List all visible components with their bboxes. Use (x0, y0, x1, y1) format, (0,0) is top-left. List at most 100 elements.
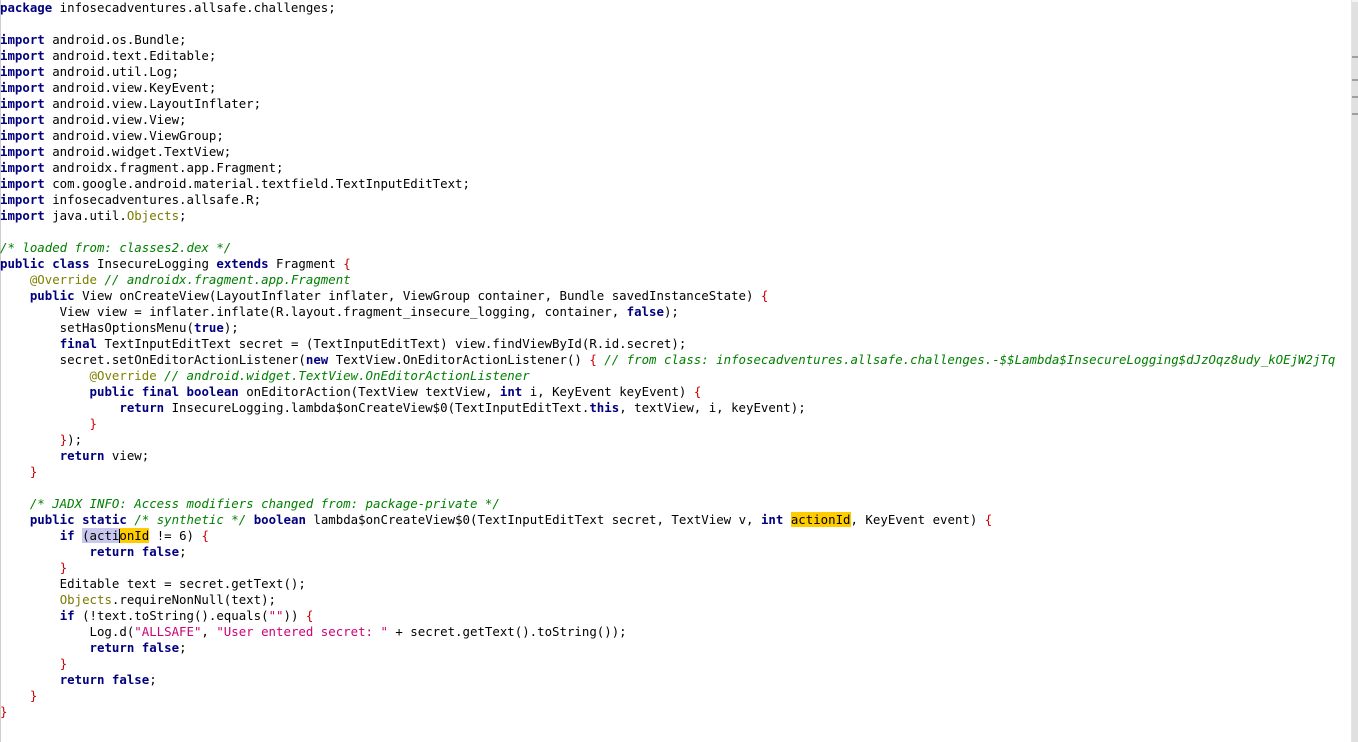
code-line[interactable]: if (actionId != 6) { (0, 528, 209, 544)
code-line[interactable]: import android.util.Log; (0, 64, 179, 80)
code-line[interactable]: secret.setOnEditorActionListener(new Tex… (0, 352, 1336, 368)
code-line[interactable]: import android.widget.TextView; (0, 144, 231, 160)
code-line[interactable]: Objects.requireNonNull(text); (0, 592, 276, 608)
code-line[interactable]: setHasOptionsMenu(true); (0, 320, 239, 336)
code-line[interactable]: Log.d("ALLSAFE", "User entered secret: "… (0, 624, 627, 640)
code-token: android.os.Bundle; (44, 32, 187, 47)
code-line[interactable]: import java.util.Objects; (0, 208, 187, 224)
code-line[interactable]: if (!text.toString().equals("")) { (0, 608, 314, 624)
code-token: onEditorAction(TextView textView, (238, 384, 500, 399)
code-token: ); (223, 320, 239, 335)
code-line[interactable]: } (0, 704, 7, 720)
code-token: , (201, 624, 217, 639)
code-line[interactable]: return view; (0, 448, 150, 464)
code-token: { (589, 352, 597, 367)
code-token: "User entered secret: " (216, 624, 388, 639)
code-token: import (0, 64, 45, 79)
code-token: Objects (126, 208, 180, 223)
code-line[interactable]: } (0, 688, 37, 704)
code-line[interactable]: package infosecadventures.allsafe.challe… (0, 0, 336, 16)
code-token: boolean (253, 512, 306, 527)
code-line[interactable]: import androidx.fragment.app.Fragment; (0, 160, 283, 176)
code-line[interactable]: return false; (0, 544, 187, 560)
code-token: Objects (59, 592, 112, 607)
code-line[interactable]: }); (0, 432, 82, 448)
code-token: import (0, 160, 45, 175)
code-line[interactable]: import android.view.LayoutInflater; (0, 96, 261, 112)
scroll-marker (1352, 113, 1358, 115)
code-token: final (141, 384, 180, 399)
code-token: { (201, 528, 209, 543)
code-line[interactable]: Editable text = secret.getText(); (0, 576, 306, 592)
code-token: import (0, 176, 45, 191)
code-token: extends (216, 256, 269, 271)
code-token: new (305, 352, 329, 367)
code-token: com.google.android.material.textfield.Te… (44, 176, 470, 191)
code-token: lambda$onCreateView$0(TextInputEditText … (305, 512, 761, 527)
code-token: /* loaded from: classes2.dex */ (0, 240, 232, 255)
code-line[interactable]: } (0, 464, 37, 480)
code-line[interactable]: View view = inflater.inflate(R.layout.fr… (0, 304, 679, 320)
code-token: false (141, 544, 180, 559)
code-token: } (59, 560, 68, 575)
code-line[interactable]: public class InsecureLogging extends Fra… (0, 256, 351, 272)
code-line[interactable]: import com.google.android.material.textf… (0, 176, 470, 192)
code-editor[interactable]: package infosecadventures.allsafe.challe… (0, 0, 1358, 742)
code-line[interactable]: import android.view.ViewGroup; (0, 128, 224, 144)
scroll-marker (1352, 56, 1358, 58)
code-token: android.view.KeyEvent; (44, 80, 217, 95)
code-token: boolean (186, 384, 239, 399)
code-line[interactable]: @Override // androidx.fragment.app.Fragm… (0, 272, 351, 288)
code-token: import (0, 208, 45, 223)
code-line[interactable]: @Override // android.widget.TextView.OnE… (0, 368, 530, 384)
code-token: false (141, 640, 180, 655)
code-token: infosecadventures.allsafe.challenges; (52, 0, 336, 15)
code-token: } (59, 656, 68, 671)
code-line[interactable]: } (0, 416, 97, 432)
code-token: ; (179, 208, 187, 223)
code-line[interactable]: /* loaded from: classes2.dex */ (0, 240, 231, 256)
code-line[interactable]: } (0, 560, 67, 576)
code-line[interactable]: } (0, 656, 67, 672)
code-token: /* synthetic */ (134, 512, 247, 527)
code-token: public (89, 384, 135, 399)
code-line[interactable]: /* JADX INFO: Access modifiers changed f… (0, 496, 500, 512)
vertical-scrollbar[interactable] (1351, 0, 1358, 742)
code-token: Log.d( (0, 624, 135, 639)
code-token: static (82, 512, 127, 527)
code-line[interactable]: return false; (0, 672, 157, 688)
code-line[interactable]: return InsecureLogging.lambda$onCreateVi… (0, 400, 805, 416)
code-line[interactable]: import android.view.View; (0, 112, 187, 128)
code-line[interactable]: final TextInputEditText secret = (TextIn… (0, 336, 687, 352)
code-token: View onCreateView(LayoutInflater inflate… (74, 288, 761, 303)
code-line[interactable]: import android.text.Editable; (0, 48, 216, 64)
code-token: public (29, 288, 75, 303)
code-token: (!text.toString().equals( (74, 608, 269, 623)
code-line[interactable]: import infosecadventures.allsafe.R; (0, 192, 261, 208)
code-token: return (59, 672, 105, 687)
code-token: import (0, 192, 45, 207)
code-line[interactable]: return false; (0, 640, 187, 656)
code-line[interactable]: public final boolean onEditorAction(Text… (0, 384, 702, 400)
code-token: import (0, 96, 45, 111)
code-line[interactable]: public static /* synthetic */ boolean la… (0, 512, 992, 528)
code-line[interactable]: import android.view.KeyEvent; (0, 80, 216, 96)
text-caret (119, 529, 120, 543)
code-area[interactable]: package infosecadventures.allsafe.challe… (0, 0, 1352, 742)
code-token: setHasOptionsMenu( (0, 320, 194, 335)
code-line[interactable]: public View onCreateView(LayoutInflater … (0, 288, 769, 304)
code-token: TextInputEditText secret = (TextInputEdi… (97, 336, 687, 351)
code-token: ; (179, 544, 187, 559)
code-token: TextView.OnEditorActionListener() (328, 352, 590, 367)
code-line[interactable]: import android.os.Bundle; (0, 32, 187, 48)
code-token: (acti (82, 528, 120, 543)
code-token: return (59, 448, 105, 463)
